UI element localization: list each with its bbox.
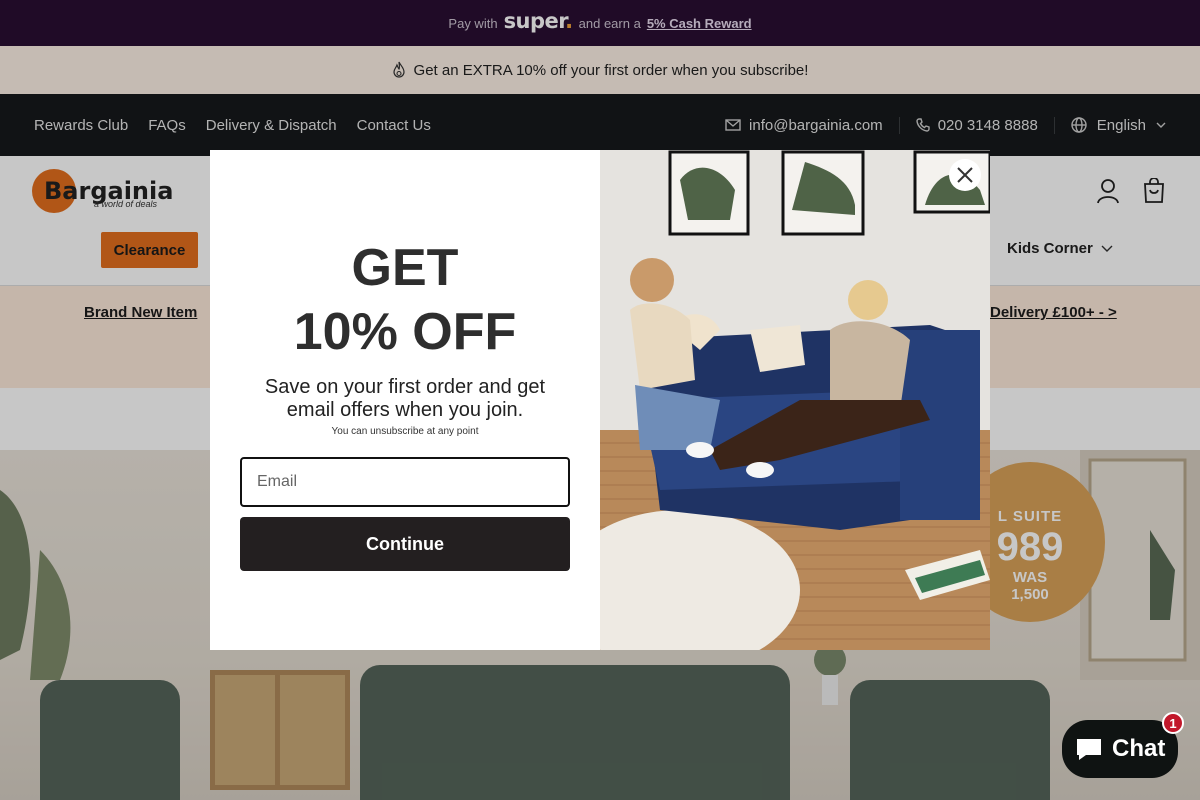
popup-image [600, 150, 990, 650]
chat-unread-badge: 1 [1162, 712, 1184, 734]
popup-subtitle: Save on your first order and get email o… [264, 376, 546, 421]
close-popup-button[interactable] [949, 159, 981, 191]
close-icon [957, 167, 973, 183]
popup-fine-print: You can unsubscribe at any point [331, 426, 479, 437]
chat-label: Chat [1112, 735, 1166, 762]
chat-bubble-icon [1077, 739, 1101, 760]
sofa-photo [600, 150, 990, 650]
popup-heading-get: GET [351, 239, 459, 297]
continue-button[interactable]: Continue [240, 517, 570, 571]
newsletter-popup: GET 10% OFF Save on your first order and… [210, 150, 990, 650]
popup-form-panel: GET 10% OFF Save on your first order and… [210, 150, 600, 650]
popup-heading-discount: 10% OFF [293, 303, 517, 361]
chat-widget-button[interactable]: Chat 1 [1062, 712, 1184, 778]
email-input[interactable]: Email [240, 457, 570, 507]
